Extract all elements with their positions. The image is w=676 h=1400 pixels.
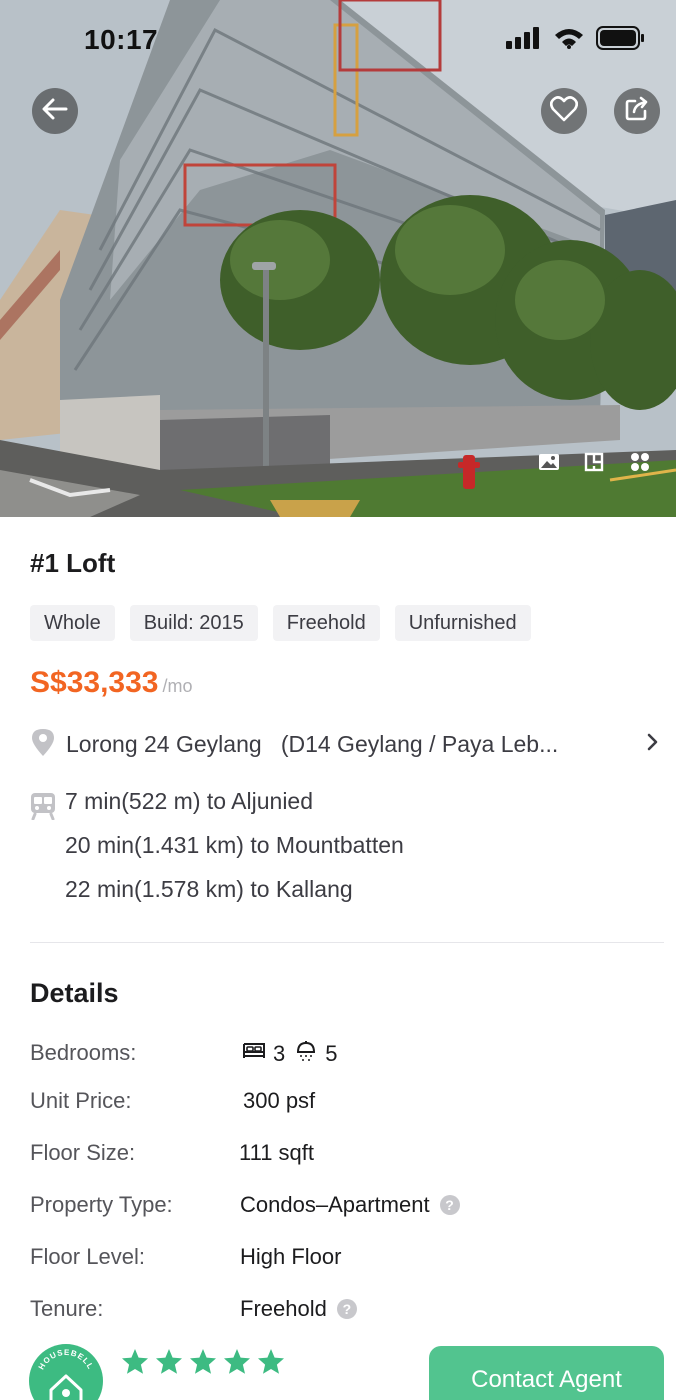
- tag-build-year: Build: 2015: [129, 605, 258, 641]
- section-divider: [30, 942, 664, 943]
- grid-icon[interactable]: [630, 452, 654, 474]
- detail-value: Freehold ?: [240, 1296, 357, 1322]
- floorplan-icon[interactable]: [584, 452, 608, 474]
- star-icon: [189, 1348, 217, 1380]
- detail-value: 3 5: [241, 1040, 338, 1068]
- status-time: 10:17: [84, 24, 159, 55]
- detail-value: High Floor: [240, 1244, 342, 1269]
- detail-label: Floor Size:: [30, 1140, 136, 1165]
- price-unit: /mo: [162, 676, 193, 696]
- detail-label: Bedrooms:: [30, 1040, 137, 1065]
- agent-logo[interactable]: HOUSEBELL: [29, 1344, 103, 1400]
- detail-value: Condos–Apartment ?: [240, 1192, 460, 1218]
- detail-row-bedrooms: Bedrooms: 3 5: [30, 1040, 664, 1072]
- share-button[interactable]: [614, 88, 660, 134]
- star-icon: [155, 1348, 183, 1380]
- signal-icon: [506, 27, 542, 54]
- location-pin-icon: [30, 727, 56, 762]
- agent-bar: HOUSEBELL Contact Agent: [0, 1320, 676, 1400]
- media-switcher: [538, 452, 654, 474]
- rating-stars: [121, 1348, 285, 1380]
- property-type-value: Condos–Apartment: [240, 1192, 430, 1217]
- detail-row-unit-price: Unit Price: 300 psf: [30, 1088, 664, 1120]
- transit-line-mountbatten: 20 min(1.431 km) to Mountbatten: [65, 832, 404, 858]
- detail-value: 300 psf: [243, 1088, 316, 1113]
- help-icon[interactable]: ?: [336, 1299, 357, 1319]
- detail-label: Property Type:: [30, 1192, 173, 1217]
- detail-row-property-type: Property Type: Condos–Apartment ?: [30, 1192, 664, 1224]
- share-icon: [624, 96, 650, 127]
- transit-line-kallang: 22 min(1.578 km) to Kallang: [65, 876, 353, 902]
- bedroom-count: 3: [273, 1041, 286, 1066]
- svg-text:HOUSEBELL: HOUSEBELL: [37, 1348, 96, 1371]
- favorite-button[interactable]: [541, 88, 587, 134]
- hero-photo[interactable]: 10:17: [0, 0, 676, 517]
- help-icon[interactable]: ?: [439, 1195, 460, 1215]
- tag-tenure: Freehold: [272, 605, 380, 641]
- battery-icon: [596, 26, 646, 55]
- status-icons: [506, 26, 646, 55]
- detail-value: 111 sqft: [239, 1140, 315, 1165]
- detail-label: Tenure:: [30, 1296, 104, 1321]
- listing-title: #1 Loft: [30, 548, 116, 578]
- star-icon: [223, 1348, 251, 1380]
- heart-icon: [549, 95, 579, 127]
- contact-agent-button[interactable]: Contact Agent: [429, 1346, 664, 1400]
- shower-icon: [295, 1040, 317, 1068]
- chevron-right-icon: [646, 733, 658, 756]
- back-arrow-icon: [42, 98, 68, 125]
- bed-icon: [241, 1041, 267, 1067]
- detail-row-floor-size: Floor Size: 111 sqft: [30, 1140, 664, 1172]
- listing-tags: Whole Build: 2015 Freehold Unfurnished: [30, 605, 531, 641]
- detail-label: Unit Price:: [30, 1088, 132, 1113]
- star-icon: [121, 1348, 149, 1380]
- tag-type: Whole: [30, 605, 115, 641]
- back-button[interactable]: [32, 88, 78, 134]
- bathroom-count: 5: [325, 1041, 338, 1066]
- detail-row-floor-level: Floor Level: High Floor: [30, 1244, 664, 1276]
- house-logo-icon: HOUSEBELL: [37, 1348, 96, 1400]
- tenure-value: Freehold: [240, 1296, 327, 1321]
- tag-furnishing: Unfurnished: [394, 605, 531, 641]
- price-row: S$33,333 /mo: [30, 666, 192, 700]
- wifi-icon: [554, 27, 584, 54]
- address-text: Lorong 24 Geylang (D14 Geylang / Paya Le…: [66, 730, 559, 757]
- detail-label: Floor Level:: [30, 1244, 145, 1269]
- price: S$33,333: [30, 666, 159, 699]
- star-icon: [257, 1348, 285, 1380]
- train-icon: [30, 792, 56, 825]
- building-photo: [0, 0, 676, 517]
- address-row[interactable]: Lorong 24 Geylang (D14 Geylang / Paya Le…: [30, 727, 662, 761]
- details-heading: Details: [30, 978, 119, 1008]
- image-icon[interactable]: [538, 452, 562, 474]
- transit-line-aljunied: 7 min(522 m) to Aljunied: [65, 788, 314, 814]
